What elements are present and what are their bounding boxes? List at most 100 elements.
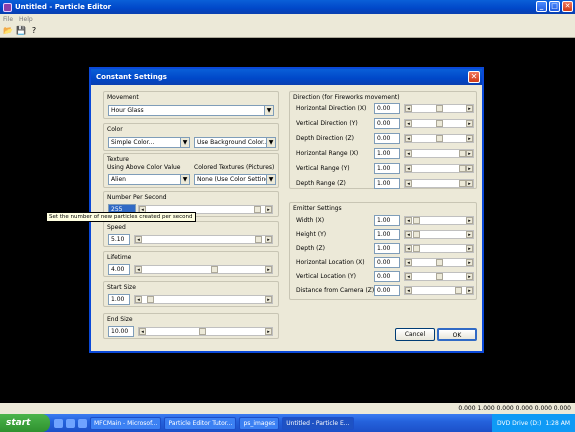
dir-row-input[interactable]: 0.00 (374, 133, 400, 144)
movement-value: Hour Glass (111, 107, 144, 114)
left-arrow-icon[interactable]: ◂ (135, 266, 142, 273)
emitter-row-input[interactable]: 0.00 (374, 257, 400, 268)
dialog-titlebar: Constant Settings ✕ (91, 69, 482, 85)
menu-help[interactable]: Help (19, 16, 33, 23)
taskbar-item[interactable]: MFCMain - Microsof... (90, 416, 162, 430)
status-values: 0.000 1.000 0.000 0.000 0.000 0.000 (458, 405, 571, 412)
texture-group: Texture Using Above Color Value Colored … (103, 153, 279, 188)
end-size-slider[interactable]: ◂ ▸ (138, 327, 273, 336)
dir-row-slider[interactable]: ◂ ▸ (404, 134, 474, 143)
color-combo[interactable]: Simple Color... ▼ (108, 137, 190, 148)
chevron-down-icon[interactable]: ▼ (180, 175, 189, 184)
maximize-button[interactable]: □ (549, 1, 560, 12)
emitter-row-input[interactable]: 0.00 (374, 271, 400, 282)
clock: 1:28 AM (545, 419, 570, 427)
close-window-button[interactable]: ✕ (562, 1, 573, 12)
chevron-down-icon[interactable]: ▼ (180, 138, 189, 147)
end-size-label: End Size (107, 316, 133, 323)
dir-row-input[interactable]: 0.00 (374, 103, 400, 114)
emitter-row-slider[interactable]: ◂ ▸ (404, 244, 474, 253)
emitter-row-slider[interactable]: ◂ ▸ (404, 230, 474, 239)
taskbar-item-active[interactable]: Untitled - Particle E... (282, 416, 354, 430)
right-arrow-icon[interactable]: ▸ (265, 328, 272, 335)
lifetime-label: Lifetime (107, 254, 132, 261)
dir-row-slider[interactable]: ◂ ▸ (404, 179, 474, 188)
taskbar-item[interactable]: ps_images (239, 416, 280, 430)
texture-combo[interactable]: Alien ▼ (108, 174, 190, 185)
emitter-group: Emitter Settings Width (X) 1.00 ◂ ▸ Heigh… (289, 202, 477, 300)
dir-row-slider[interactable]: ◂ ▸ (404, 164, 474, 173)
color-label: Color (107, 126, 123, 133)
texture-value: Alien (111, 176, 126, 183)
status-bar: 0.000 1.000 0.000 0.000 0.000 0.000 (0, 403, 575, 414)
dir-row-slider[interactable]: ◂ ▸ (404, 149, 474, 158)
chevron-down-icon[interactable]: ▼ (266, 175, 275, 184)
emitter-row-input[interactable]: 1.00 (374, 229, 400, 240)
emitter-row-slider[interactable]: ◂ ▸ (404, 286, 474, 295)
desktop-icon[interactable] (66, 418, 75, 428)
right-arrow-icon[interactable]: ▸ (265, 296, 272, 303)
chevron-down-icon[interactable]: ▼ (264, 106, 273, 115)
start-size-input[interactable]: 1.00 (108, 294, 130, 305)
dir-row-input[interactable]: 0.00 (374, 118, 400, 129)
dir-row-input[interactable]: 1.00 (374, 178, 400, 189)
emitter-row-slider[interactable]: ◂ ▸ (404, 216, 474, 225)
right-arrow-icon[interactable]: ▸ (265, 206, 272, 213)
dir-row-slider[interactable]: ◂ ▸ (404, 119, 474, 128)
speed-slider[interactable]: ◂ ▸ (134, 235, 273, 244)
colored-texture-value: None (Use Color Settings) (197, 176, 275, 183)
speed-input[interactable]: 5.10 (108, 234, 130, 245)
cancel-button[interactable]: Cancel (395, 328, 435, 341)
open-icon[interactable]: 📂 (3, 26, 13, 36)
app-icon (3, 2, 12, 12)
left-arrow-icon[interactable]: ◂ (135, 236, 142, 243)
slider-thumb[interactable] (211, 266, 218, 273)
lifetime-slider[interactable]: ◂ ▸ (134, 265, 273, 274)
texture-col2-label: Colored Textures (Pictures) (194, 164, 275, 171)
start-button[interactable]: start (0, 414, 50, 432)
dir-row-label: Vertical Direction (Y) (296, 120, 358, 127)
emitter-row-input[interactable]: 0.00 (374, 285, 400, 296)
movement-combo[interactable]: Hour Glass ▼ (108, 105, 274, 116)
lifetime-input[interactable]: 4.00 (108, 264, 130, 275)
emitter-row-input[interactable]: 1.00 (374, 215, 400, 226)
dialog-close-icon[interactable]: ✕ (468, 71, 480, 83)
menu-file[interactable]: File (3, 16, 13, 23)
explorer-icon[interactable] (78, 418, 87, 428)
save-icon[interactable]: 💾 (16, 26, 26, 36)
left-arrow-icon[interactable]: ◂ (139, 328, 146, 335)
right-arrow-icon[interactable]: ▸ (265, 236, 272, 243)
speed-group: Speed 5.10 ◂ ▸ (103, 221, 279, 247)
minimize-button[interactable]: _ (536, 1, 547, 12)
slider-thumb[interactable] (199, 328, 206, 335)
end-size-input[interactable]: 10.00 (108, 326, 134, 337)
taskbar: start MFCMain - Microsof... Particle Edi… (0, 414, 575, 432)
background-color-combo[interactable]: Use Background Color... ▼ (194, 137, 276, 148)
emitter-label: Emitter Settings (293, 205, 342, 212)
slider-thumb[interactable] (254, 206, 261, 213)
emitter-row-slider[interactable]: ◂ ▸ (404, 272, 474, 281)
right-arrow-icon[interactable]: ▸ (265, 266, 272, 273)
dir-row-input[interactable]: 1.00 (374, 148, 400, 159)
dir-row-input[interactable]: 1.00 (374, 163, 400, 174)
color-group: Color Simple Color... ▼ Use Background C… (103, 123, 279, 151)
chevron-down-icon[interactable]: ▼ (266, 138, 275, 147)
left-arrow-icon[interactable]: ◂ (135, 296, 142, 303)
taskbar-item[interactable]: Particle Editor Tutor... (164, 416, 237, 430)
emitter-row-input[interactable]: 1.00 (374, 243, 400, 254)
slider-thumb[interactable] (147, 296, 154, 303)
constant-settings-dialog: Constant Settings ✕ Movement Hour Glass … (89, 67, 484, 353)
help-icon[interactable]: ? (29, 26, 39, 36)
end-size-group: End Size 10.00 ◂ ▸ (103, 313, 279, 339)
window-titlebar: Untitled - Particle Editor _ □ ✕ (0, 0, 575, 14)
nps-tooltip: Set the number of new particles created … (46, 212, 196, 222)
slider-thumb[interactable] (255, 236, 262, 243)
speed-label: Speed (107, 224, 126, 231)
start-size-slider[interactable]: ◂ ▸ (134, 295, 273, 304)
ie-icon[interactable] (54, 418, 63, 428)
ok-button[interactable]: OK (437, 328, 477, 341)
emitter-row-slider[interactable]: ◂ ▸ (404, 258, 474, 267)
dir-row-slider[interactable]: ◂ ▸ (404, 104, 474, 113)
colored-texture-combo[interactable]: None (Use Color Settings) ▼ (194, 174, 276, 185)
dir-row-label: Vertical Range (Y) (296, 165, 350, 172)
